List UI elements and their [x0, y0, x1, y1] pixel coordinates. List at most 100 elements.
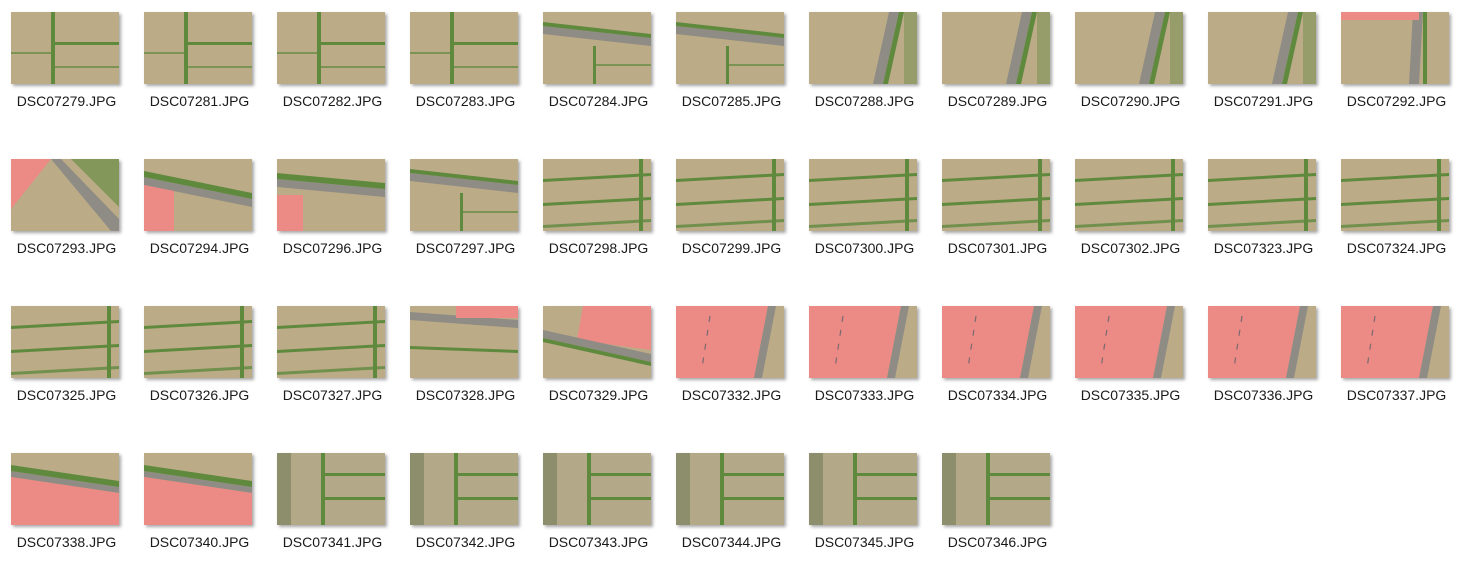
- file-name-label[interactable]: DSC07284.JPG: [532, 93, 665, 109]
- file-name-label[interactable]: DSC07337.JPG: [1330, 387, 1461, 403]
- file-name-label[interactable]: DSC07298.JPG: [532, 240, 665, 256]
- file-name-label[interactable]: DSC07283.JPG: [399, 93, 532, 109]
- file-name-label[interactable]: DSC07334.JPG: [931, 387, 1064, 403]
- file-name-label[interactable]: DSC07329.JPG: [532, 387, 665, 403]
- file-name-label[interactable]: DSC07293.JPG: [0, 240, 133, 256]
- file-thumbnail[interactable]: [144, 453, 252, 525]
- file-item[interactable]: DSC07333.JPG: [798, 294, 931, 434]
- file-item[interactable]: DSC07335.JPG: [1064, 294, 1197, 434]
- file-item[interactable]: DSC07326.JPG: [133, 294, 266, 434]
- file-name-label[interactable]: DSC07333.JPG: [798, 387, 931, 403]
- file-item[interactable]: DSC07298.JPG: [532, 147, 665, 287]
- file-thumbnail[interactable]: [543, 159, 651, 231]
- file-thumbnail[interactable]: [942, 12, 1050, 84]
- file-item[interactable]: DSC07294.JPG: [133, 147, 266, 287]
- file-item[interactable]: DSC07301.JPG: [931, 147, 1064, 287]
- file-item[interactable]: DSC07299.JPG: [665, 147, 798, 287]
- file-thumbnail[interactable]: [1075, 12, 1183, 84]
- file-item[interactable]: DSC07329.JPG: [532, 294, 665, 434]
- file-item[interactable]: DSC07281.JPG: [133, 0, 266, 140]
- file-thumbnail[interactable]: [410, 306, 518, 378]
- file-name-label[interactable]: DSC07346.JPG: [931, 534, 1064, 550]
- file-name-label[interactable]: DSC07294.JPG: [133, 240, 266, 256]
- file-item[interactable]: DSC07290.JPG: [1064, 0, 1197, 140]
- file-name-label[interactable]: DSC07282.JPG: [266, 93, 399, 109]
- file-item[interactable]: DSC07332.JPG: [665, 294, 798, 434]
- file-thumbnail[interactable]: [277, 306, 385, 378]
- file-item[interactable]: DSC07324.JPG: [1330, 147, 1461, 287]
- file-item[interactable]: DSC07334.JPG: [931, 294, 1064, 434]
- file-name-label[interactable]: DSC07343.JPG: [532, 534, 665, 550]
- file-thumbnail[interactable]: [1075, 159, 1183, 231]
- file-thumbnail[interactable]: [809, 453, 917, 525]
- file-item[interactable]: DSC07323.JPG: [1197, 147, 1330, 287]
- file-name-label[interactable]: DSC07340.JPG: [133, 534, 266, 550]
- file-thumbnail[interactable]: [11, 453, 119, 525]
- file-name-label[interactable]: DSC07301.JPG: [931, 240, 1064, 256]
- file-thumbnail[interactable]: [676, 453, 784, 525]
- file-item[interactable]: DSC07292.JPG: [1330, 0, 1461, 140]
- file-name-label[interactable]: DSC07297.JPG: [399, 240, 532, 256]
- file-name-label[interactable]: DSC07302.JPG: [1064, 240, 1197, 256]
- file-thumbnail[interactable]: [809, 12, 917, 84]
- file-item[interactable]: DSC07325.JPG: [0, 294, 133, 434]
- file-item[interactable]: DSC07279.JPG: [0, 0, 133, 140]
- file-name-label[interactable]: DSC07338.JPG: [0, 534, 133, 550]
- file-thumbnail[interactable]: [1208, 159, 1316, 231]
- file-name-label[interactable]: DSC07296.JPG: [266, 240, 399, 256]
- file-thumbnail[interactable]: [942, 306, 1050, 378]
- file-name-label[interactable]: DSC07324.JPG: [1330, 240, 1461, 256]
- file-item[interactable]: DSC07289.JPG: [931, 0, 1064, 140]
- file-thumbnail[interactable]: [1075, 306, 1183, 378]
- file-item[interactable]: DSC07345.JPG: [798, 441, 931, 581]
- file-thumbnail[interactable]: [942, 453, 1050, 525]
- file-name-label[interactable]: DSC07325.JPG: [0, 387, 133, 403]
- file-name-label[interactable]: DSC07323.JPG: [1197, 240, 1330, 256]
- file-name-label[interactable]: DSC07300.JPG: [798, 240, 931, 256]
- file-item[interactable]: DSC07343.JPG: [532, 441, 665, 581]
- file-thumbnail[interactable]: [144, 159, 252, 231]
- file-thumbnail[interactable]: [543, 306, 651, 378]
- file-item[interactable]: DSC07293.JPG: [0, 147, 133, 287]
- file-item[interactable]: DSC07283.JPG: [399, 0, 532, 140]
- file-thumbnail[interactable]: [676, 12, 784, 84]
- file-thumbnail[interactable]: [543, 12, 651, 84]
- file-thumbnail[interactable]: [942, 159, 1050, 231]
- file-name-label[interactable]: DSC07327.JPG: [266, 387, 399, 403]
- file-name-label[interactable]: DSC07326.JPG: [133, 387, 266, 403]
- file-item[interactable]: DSC07340.JPG: [133, 441, 266, 581]
- file-thumbnail[interactable]: [809, 306, 917, 378]
- file-name-label[interactable]: DSC07345.JPG: [798, 534, 931, 550]
- file-item[interactable]: DSC07338.JPG: [0, 441, 133, 581]
- file-thumbnail[interactable]: [1208, 12, 1316, 84]
- file-name-label[interactable]: DSC07291.JPG: [1197, 93, 1330, 109]
- file-item[interactable]: DSC07284.JPG: [532, 0, 665, 140]
- file-thumbnail[interactable]: [144, 306, 252, 378]
- file-thumbnail[interactable]: [410, 159, 518, 231]
- file-name-label[interactable]: DSC07328.JPG: [399, 387, 532, 403]
- file-thumbnail[interactable]: [809, 159, 917, 231]
- file-item[interactable]: DSC07328.JPG: [399, 294, 532, 434]
- file-item[interactable]: DSC07346.JPG: [931, 441, 1064, 581]
- file-item[interactable]: DSC07282.JPG: [266, 0, 399, 140]
- file-name-label[interactable]: DSC07290.JPG: [1064, 93, 1197, 109]
- file-thumbnail[interactable]: [277, 453, 385, 525]
- file-thumbnail[interactable]: [11, 159, 119, 231]
- file-thumbnail[interactable]: [1341, 306, 1449, 378]
- file-thumbnail[interactable]: [277, 159, 385, 231]
- file-name-label[interactable]: DSC07335.JPG: [1064, 387, 1197, 403]
- file-name-label[interactable]: DSC07341.JPG: [266, 534, 399, 550]
- file-item[interactable]: DSC07344.JPG: [665, 441, 798, 581]
- file-item[interactable]: DSC07342.JPG: [399, 441, 532, 581]
- file-thumbnail[interactable]: [1208, 306, 1316, 378]
- file-name-label[interactable]: DSC07281.JPG: [133, 93, 266, 109]
- file-name-label[interactable]: DSC07292.JPG: [1330, 93, 1461, 109]
- file-thumbnail[interactable]: [676, 306, 784, 378]
- file-item[interactable]: DSC07296.JPG: [266, 147, 399, 287]
- file-thumbnail[interactable]: [410, 453, 518, 525]
- file-thumbnail[interactable]: [1341, 12, 1449, 84]
- file-item[interactable]: DSC07300.JPG: [798, 147, 931, 287]
- file-name-label[interactable]: DSC07289.JPG: [931, 93, 1064, 109]
- file-item[interactable]: DSC07302.JPG: [1064, 147, 1197, 287]
- file-thumbnail[interactable]: [144, 12, 252, 84]
